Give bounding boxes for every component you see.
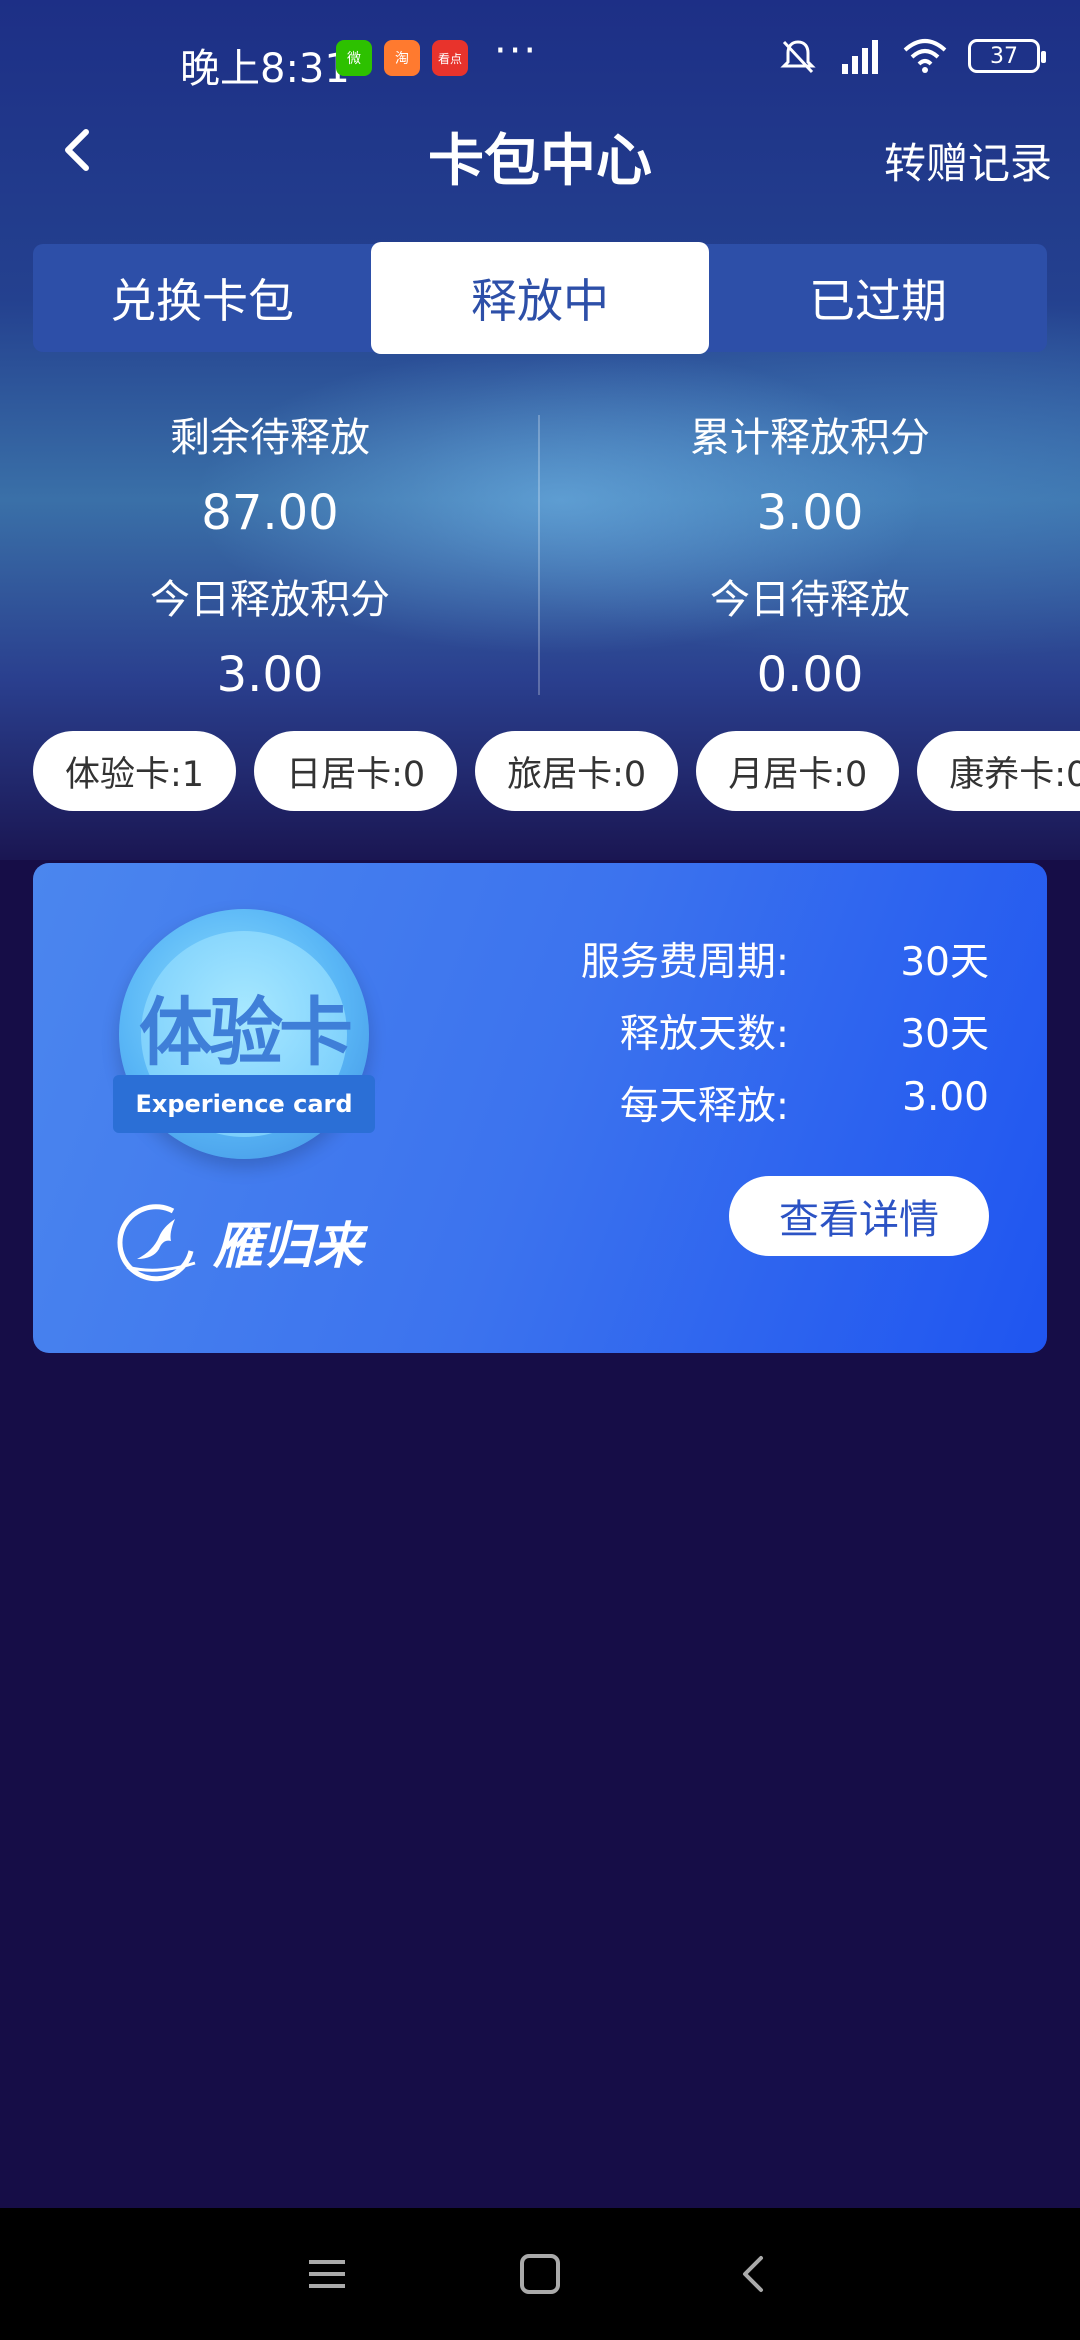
- wifi-icon: [903, 39, 947, 73]
- status-time: 晚上8:31: [180, 46, 350, 92]
- back-arrow-icon: [743, 2256, 764, 2292]
- transfer-record-link[interactable]: 转赠记录: [884, 130, 1052, 191]
- tab-redeem[interactable]: 兑换卡包: [33, 244, 371, 352]
- card-info: 服务费周期: 30天 释放天数: 30天 每天释放: 3.00: [529, 931, 989, 1147]
- nav-menu-button[interactable]: [297, 2244, 357, 2304]
- stat-remaining-value: 87.00: [201, 485, 339, 541]
- goose-logo-icon: [117, 1204, 196, 1282]
- stat-today-released-value: 3.00: [216, 647, 324, 703]
- chip-daily[interactable]: 日居卡:0: [254, 731, 458, 811]
- info-row-service-period: 服务费周期: 30天: [529, 931, 989, 1003]
- stat-total-released-label: 累计释放积分: [690, 415, 930, 461]
- info-row-release-days: 释放天数: 30天: [529, 1003, 989, 1075]
- shop-notification-icon: 淘: [384, 40, 420, 76]
- status-bar: 晚上8:31 微 淘 看点 ··· 37: [0, 0, 1080, 118]
- app-header: 卡包中心 转赠记录: [0, 110, 1080, 194]
- menu-icon: [308, 2260, 345, 2288]
- battery-icon: 37: [968, 39, 1046, 73]
- brand-name: 雁归来: [213, 1216, 363, 1275]
- nav-back-button[interactable]: [723, 2244, 783, 2304]
- medal-ribbon: Experience card: [113, 1075, 375, 1133]
- info-row-daily-release: 每天释放: 3.00: [529, 1075, 989, 1147]
- experience-card-medal: 体验卡 Experience card: [113, 909, 375, 1159]
- home-square-icon: [519, 2254, 560, 2294]
- experience-card[interactable]: 体验卡 Experience card 雁归来 服务费周期: 30天 释放天数:…: [33, 863, 1047, 1353]
- medal-title: 体验卡: [139, 990, 353, 1076]
- info-label: 服务费周期:: [580, 940, 789, 985]
- brand-logo: 雁归来: [113, 1197, 363, 1287]
- card-type-chips: 体验卡:1 日居卡:0 旅居卡:0 月居卡:0 康养卡:0: [33, 731, 1080, 813]
- stat-total-released: 累计释放积分 3.00: [540, 405, 1080, 541]
- chip-monthly[interactable]: 月居卡:0: [696, 731, 900, 811]
- release-stats: 剩余待释放 87.00 累计释放积分 3.00 今日释放积分 3.00 今日待释…: [0, 395, 1080, 705]
- info-value: 30天: [900, 1012, 989, 1057]
- tab-releasing[interactable]: 释放中: [371, 242, 709, 354]
- stat-remaining-label: 剩余待释放: [170, 415, 370, 461]
- signal-icon: [842, 40, 878, 74]
- stat-today-pending-label: 今日待释放: [710, 577, 910, 623]
- nav-home-button[interactable]: [510, 2244, 570, 2304]
- stat-total-released-value: 3.00: [756, 485, 864, 541]
- stat-today-pending-value: 0.00: [756, 647, 864, 703]
- stat-today-pending: 今日待释放 0.00: [540, 567, 1080, 703]
- more-notifications-icon: ···: [494, 28, 539, 74]
- news-notification-icon: 看点: [432, 40, 468, 76]
- stats-divider: [538, 415, 540, 695]
- info-value: 3.00: [902, 1075, 989, 1120]
- status-indicators: 37: [778, 36, 1046, 76]
- system-nav-bar: [0, 2208, 1080, 2340]
- info-label: 每天释放:: [619, 1084, 789, 1129]
- card-tabs: 兑换卡包 释放中 已过期: [33, 242, 1047, 354]
- wechat-notification-icon: 微: [336, 40, 372, 76]
- chip-travel[interactable]: 旅居卡:0: [475, 731, 679, 811]
- info-value: 30天: [900, 940, 989, 985]
- info-label: 释放天数:: [619, 1012, 789, 1057]
- tab-expired[interactable]: 已过期: [709, 244, 1047, 352]
- view-details-button[interactable]: 查看详情: [729, 1176, 989, 1256]
- stat-remaining: 剩余待释放 87.00: [0, 405, 540, 541]
- stat-today-released-label: 今日释放积分: [150, 577, 390, 623]
- chip-wellness[interactable]: 康养卡:0: [917, 731, 1080, 811]
- stat-today-released: 今日释放积分 3.00: [0, 567, 540, 703]
- chip-experience[interactable]: 体验卡:1: [33, 731, 237, 811]
- mute-icon: [780, 40, 816, 74]
